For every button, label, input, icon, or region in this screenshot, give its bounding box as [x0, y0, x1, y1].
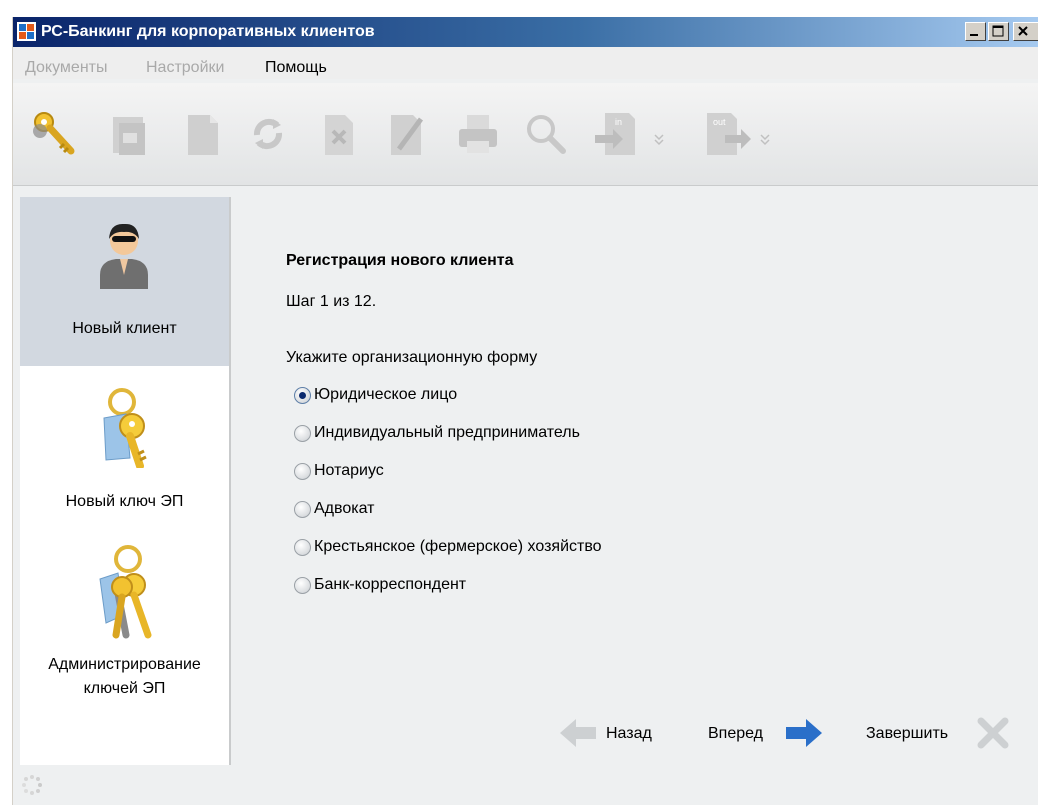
close-window-button[interactable] — [1013, 22, 1038, 41]
minimize-icon — [970, 34, 978, 36]
import-in-icon[interactable]: in — [593, 109, 673, 159]
finish-button[interactable]: Завершить — [866, 717, 1016, 749]
minimize-button[interactable] — [965, 22, 986, 41]
status-bar — [13, 765, 1038, 805]
wizard-panel: Регистрация нового клиента Шаг 1 из 12. … — [231, 197, 1038, 765]
back-button[interactable]: Назад — [558, 717, 678, 749]
radio-label: Юридическое лицо — [314, 386, 458, 403]
copy-document-icon[interactable] — [105, 109, 155, 159]
radio-button[interactable] — [294, 463, 311, 480]
keys-icon[interactable] — [31, 109, 81, 159]
menu-bar: Документы Настройки Помощь — [13, 47, 1038, 79]
user-avatar-icon — [100, 223, 148, 289]
export-out-icon[interactable]: out — [703, 109, 783, 159]
menu-settings[interactable]: Настройки — [146, 59, 224, 77]
sidebar-item-label: Новый ключ ЭП — [65, 493, 184, 510]
radio-button[interactable] — [294, 539, 311, 556]
search-icon[interactable] — [521, 109, 571, 159]
radio-button[interactable] — [294, 501, 311, 518]
loading-spinner-icon — [22, 775, 42, 795]
forward-label: Вперед — [708, 725, 764, 742]
maximize-icon — [992, 25, 1004, 37]
sidebar-item-label: Новый клиент — [72, 320, 177, 337]
sidebar: Новый клиент Новый ключ ЭП Администриров… — [20, 197, 229, 765]
forward-button[interactable]: Вперед — [708, 717, 838, 749]
close-cross-icon — [977, 717, 1009, 749]
sidebar-item-key-administration[interactable]: Администрирование ключей ЭП — [20, 531, 229, 711]
print-icon[interactable] — [453, 109, 503, 159]
sidebar-item-new-client[interactable]: Новый клиент — [20, 197, 229, 366]
menu-documents[interactable]: Документы — [25, 59, 107, 77]
edit-document-icon[interactable] — [381, 109, 431, 159]
wizard-prompt: Укажите организационную форму — [286, 349, 538, 366]
radio-button[interactable] — [294, 425, 311, 442]
refresh-icon[interactable] — [243, 109, 293, 159]
arrow-left-icon — [560, 719, 596, 747]
wizard-title: Регистрация нового клиента — [286, 252, 514, 269]
radio-label: Нотариус — [314, 462, 384, 479]
new-document-icon[interactable] — [178, 109, 228, 159]
arrow-right-icon — [786, 719, 822, 747]
keys-bunch-icon — [99, 545, 152, 639]
toolbar: in out — [13, 83, 1038, 186]
radio-label: Крестьянское (фермерское) хозяйство — [314, 538, 602, 555]
sidebar-item-label-line1: Администрирование — [48, 656, 201, 673]
window-title: РС-Банкинг для корпоративных клиентов — [41, 23, 375, 40]
wizard-step: Шаг 1 из 12. — [286, 293, 377, 310]
radio-button[interactable] — [294, 577, 311, 594]
menu-help[interactable]: Помощь — [265, 59, 327, 77]
svg-text:out: out — [713, 117, 726, 127]
key-icon — [103, 388, 147, 468]
app-logo-icon — [17, 22, 36, 41]
title-bar[interactable]: РС-Банкинг для корпоративных клиентов — [13, 17, 1038, 47]
back-label: Назад — [606, 725, 652, 742]
delete-document-icon[interactable] — [313, 109, 363, 159]
radio-button-selected[interactable] — [294, 387, 311, 404]
finish-label: Завершить — [866, 725, 949, 742]
sidebar-item-label-line2: ключей ЭП — [83, 680, 166, 697]
radio-label: Банк-корреспондент — [314, 576, 467, 593]
sidebar-item-new-key[interactable]: Новый ключ ЭП — [20, 366, 229, 531]
maximize-button[interactable] — [988, 22, 1009, 41]
radio-label: Адвокат — [314, 500, 375, 517]
close-icon — [1018, 26, 1028, 36]
svg-text:in: in — [615, 117, 622, 127]
radio-label: Индивидуальный предприниматель — [314, 424, 580, 441]
app-window: РС-Банкинг для корпоративных клиентов До… — [12, 17, 1038, 805]
